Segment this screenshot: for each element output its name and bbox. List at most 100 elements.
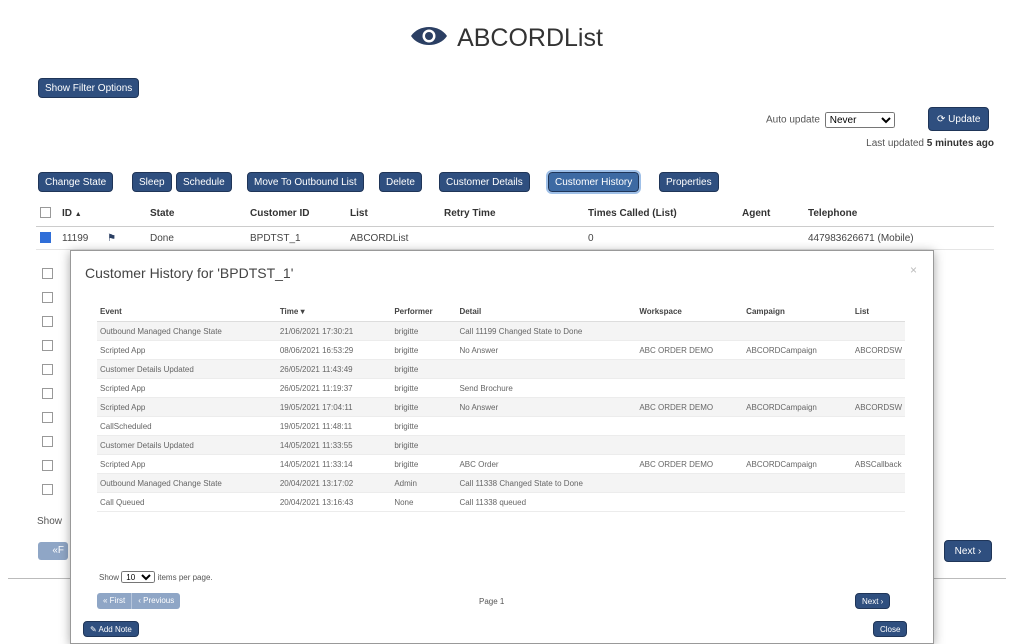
cell-campaign [743,435,852,455]
cell-list [851,473,905,493]
col-event[interactable]: Event [97,301,277,322]
row-id: 11199 [62,232,89,244]
customer-history-button[interactable]: Customer History [545,170,642,194]
select-all-checkbox[interactable] [40,207,51,219]
history-next-button[interactable]: Next › [855,593,891,609]
cell-customer-id: BPDTST_1 [246,226,346,250]
row-checkbox[interactable] [42,436,53,447]
row-checkbox[interactable] [42,412,53,423]
cell-list: ABCORDSW [851,397,905,417]
col-retry-time[interactable]: Retry Time [440,200,584,227]
show-label: Show [99,573,120,582]
cell-agent [738,226,804,250]
row-checkbox[interactable] [42,268,53,279]
col-performer[interactable]: Performer [391,301,457,322]
history-first-button[interactable]: « First [97,593,131,609]
history-row[interactable]: Scripted App 26/05/2021 11:19:37 brigitte S… [97,378,905,398]
update-button[interactable]: ⟳ Update [928,107,990,131]
col-detail[interactable]: Detail [456,301,637,322]
cell-list [851,359,905,379]
history-row[interactable]: Customer Details Updated 26/05/2021 11:43… [97,359,905,379]
last-updated-prefix: Last updated [866,138,924,149]
show-filter-options-button[interactable]: Show Filter Options [38,78,140,98]
schedule-button[interactable]: Schedule [176,172,232,192]
cell-event: Call Queued [97,492,277,512]
row-checkbox[interactable] [40,232,51,244]
items-per-page-select[interactable]: 10 [121,571,156,583]
auto-update-select[interactable]: Never [824,112,895,128]
col-agent[interactable]: Agent [738,200,804,227]
cell-detail: Send Brochure [456,378,637,398]
history-row[interactable]: Call Queued 20/04/2021 13:16:43 None Call 1… [97,492,905,512]
col-workspace[interactable]: Workspace [636,301,744,322]
cell-time: 26/05/2021 11:19:37 [276,378,392,398]
flag-icon: ⚑ [107,232,117,244]
items-per-page-control: Show 10 items per page. [99,571,213,583]
col-telephone[interactable]: Telephone [804,200,994,227]
cell-retry-time [440,226,584,250]
row-checkbox[interactable] [42,388,53,399]
cell-workspace [636,359,744,379]
cell-workspace [636,416,744,436]
row-checkbox[interactable] [42,364,53,375]
cell-workspace [636,435,744,455]
cell-workspace: ABC ORDER DEMO [636,340,744,360]
history-row[interactable]: Scripted App 14/05/2021 11:33:14 brigitte A… [97,454,905,474]
history-row[interactable]: Scripted App 08/06/2021 16:53:29 brigitte N… [97,340,905,360]
cell-time: 20/04/2021 13:17:02 [276,473,392,493]
dialog-title: Customer History for 'BPDTST_1' [85,265,294,281]
add-note-button[interactable]: ✎ Add Note [83,621,139,637]
history-body: Outbound Managed Change State 21/06/2021 … [97,321,905,512]
col-campaign[interactable]: Campaign [743,301,852,322]
history-previous-button[interactable]: ‹ Previous [131,593,180,609]
col-state[interactable]: State [146,200,246,227]
cell-detail: Call 11338 Changed State to Done [456,473,637,493]
move-to-outbound-list-button[interactable]: Move To Outbound List [247,172,364,192]
first-page-button[interactable]: «F [38,542,68,560]
row-checkbox[interactable] [42,340,53,351]
page-size-label: Show [37,516,63,527]
cell-time: 08/06/2021 16:53:29 [276,340,392,360]
update-button-label: Update [948,114,981,125]
row-checkbox[interactable] [42,460,53,471]
row-select-cell [36,226,58,250]
table-row[interactable]: 11199 ⚑ Done BPDTST_1 ABCORDList 0 44798… [36,226,994,250]
history-row[interactable]: Outbound Managed Change State 20/04/2021 … [97,473,905,493]
row-checkbox[interactable] [42,484,53,495]
col-time[interactable]: Time ▾ [276,301,392,322]
cell-detail: No Answer [456,340,637,360]
sleep-button[interactable]: Sleep [132,172,172,192]
cell-event: Customer Details Updated [97,359,277,379]
customer-details-button[interactable]: Customer Details [439,172,530,192]
row-checkbox[interactable] [42,316,53,327]
cell-performer: brigitte [391,454,457,474]
close-button[interactable]: Close [873,621,908,637]
cell-performer: None [391,492,457,512]
col-times-called[interactable]: Times Called (List) [584,200,738,227]
change-state-button[interactable]: Change State [38,172,114,192]
col-id[interactable]: ID ▲ [58,200,146,227]
cell-telephone: 447983626671 (Mobile) [804,226,994,250]
history-row[interactable]: CallScheduled 19/05/2021 11:48:11 brigitte [97,416,905,436]
history-row[interactable]: Outbound Managed Change State 21/06/2021 … [97,321,905,341]
cell-list [851,435,905,455]
col-list[interactable]: List [851,301,905,322]
row-checkbox[interactable] [42,292,53,303]
history-page-label: Page 1 [479,597,505,606]
history-row[interactable]: Customer Details Updated 14/05/2021 11:33… [97,435,905,455]
dialog-close-icon[interactable]: × [910,263,917,277]
cell-time: 20/04/2021 13:16:43 [276,492,392,512]
col-customer-id[interactable]: Customer ID [246,200,346,227]
cell-time: 19/05/2021 17:04:11 [276,397,392,417]
delete-button[interactable]: Delete [379,172,422,192]
cell-workspace: ABC ORDER DEMO [636,397,744,417]
next-page-button[interactable]: Next › [944,540,992,562]
cell-campaign [743,416,852,436]
cell-id: 11199 ⚑ [58,226,146,250]
col-list[interactable]: List [346,200,440,227]
cell-list: ABCORDSW [851,340,905,360]
add-note-label: Add Note [98,625,132,634]
cell-list: ABCORDList [346,226,440,250]
properties-button[interactable]: Properties [659,172,719,192]
history-row[interactable]: Scripted App 19/05/2021 17:04:11 brigitte N… [97,397,905,417]
